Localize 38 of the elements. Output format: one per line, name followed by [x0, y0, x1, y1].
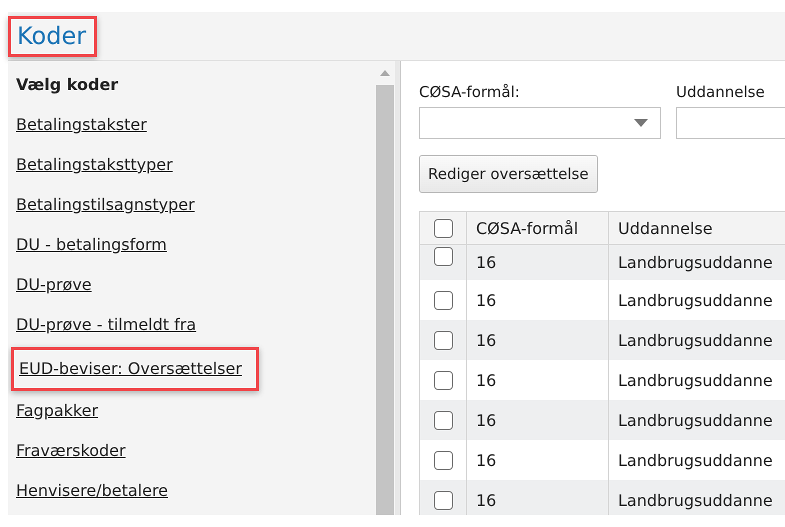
column-header[interactable]: CØSA-formål — [467, 212, 609, 244]
scrollbar[interactable] — [375, 61, 400, 515]
page-title: Koder — [8, 16, 98, 56]
table-cell-text: Landbrugsuddanne — [617, 490, 774, 512]
checkbox[interactable] — [434, 290, 452, 310]
sidebar-link[interactable]: Betalingstilsagnstyper — [16, 189, 195, 229]
sidebar-heading: Vælg koder — [15, 74, 120, 96]
table-cell-text: Landbrugsuddanne — [617, 450, 774, 472]
sidebar-link[interactable]: DU-prøve — [16, 269, 92, 309]
input-field[interactable] — [676, 107, 785, 139]
field-label: Uddannelse — [676, 83, 766, 101]
checkbox[interactable] — [434, 410, 452, 430]
checkbox[interactable] — [434, 330, 452, 350]
checkbox[interactable] — [434, 218, 452, 238]
sidebar-link[interactable]: Fagpakker — [16, 395, 98, 435]
table-cell: 16 — [467, 480, 609, 515]
checkbox[interactable] — [434, 247, 452, 266]
table-cell-text: Landbrugsuddanne — [617, 290, 774, 312]
scroll-thumb[interactable] — [376, 85, 394, 515]
sidebar-link[interactable]: DU - betalingsform — [16, 229, 167, 269]
sidebar-link[interactable]: Fraværskoder — [16, 435, 126, 475]
field-label: CØSA-formål: — [419, 83, 521, 101]
dropdown-field[interactable] — [419, 107, 661, 139]
sidebar-link[interactable]: Henvisere/betalere — [16, 475, 168, 515]
sidebar-link[interactable]: Betalingstaksttyper — [16, 149, 173, 189]
checkbox[interactable] — [434, 450, 452, 470]
checkbox[interactable] — [434, 490, 452, 510]
table-cell-text: Landbrugsuddanne — [617, 370, 774, 392]
checkbox[interactable] — [434, 370, 452, 390]
caret-icon — [634, 119, 648, 127]
sidebar-link[interactable]: Betalingstakster — [16, 109, 147, 149]
sidebar-link[interactable]: EUD-beviser: Oversættelser — [11, 347, 259, 391]
table-cell-text: Landbrugsuddanne — [617, 410, 774, 432]
edit-translation-button[interactable]: Rediger oversættelse — [419, 155, 598, 193]
table-cell-text: Landbrugsuddanne — [617, 252, 774, 274]
sidebar-link[interactable]: DU-prøve - tilmeldt fra — [16, 309, 196, 349]
table-cell-text: Landbrugsuddanne — [617, 330, 774, 352]
column-header[interactable]: Uddannelse — [609, 212, 785, 244]
